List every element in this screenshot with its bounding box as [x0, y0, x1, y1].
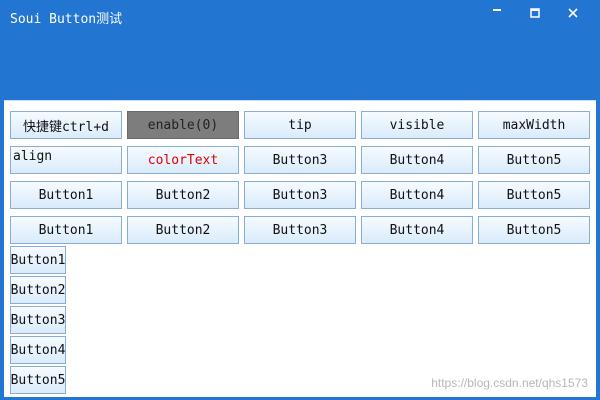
visible-button[interactable]: visible	[361, 111, 473, 139]
vertical-button1[interactable]: Button1	[10, 246, 66, 274]
button4-row1[interactable]: Button4	[361, 146, 473, 174]
button3-row1[interactable]: Button3	[244, 146, 356, 174]
button1-row3[interactable]: Button1	[10, 216, 122, 244]
button5-row3[interactable]: Button5	[478, 216, 590, 244]
vertical-button4[interactable]: Button4	[10, 336, 66, 364]
button5-row1[interactable]: Button5	[478, 146, 590, 174]
button4-row3[interactable]: Button4	[361, 216, 473, 244]
button4-row2[interactable]: Button4	[361, 181, 473, 209]
vertical-button5[interactable]: Button5	[10, 366, 66, 394]
minimize-icon	[493, 9, 501, 11]
close-icon	[568, 8, 578, 18]
app-window: Soui Button测试 快捷键ctrl+d enable(0) tip vi…	[0, 0, 600, 400]
maxwidth-button[interactable]: maxWidth	[478, 111, 590, 139]
watermark-url: https://blog.csdn.net/qhs1573	[431, 376, 588, 390]
button2-row2[interactable]: Button2	[127, 181, 239, 209]
tip-button[interactable]: tip	[244, 111, 356, 139]
button5-row2[interactable]: Button5	[478, 181, 590, 209]
button2-row3[interactable]: Button2	[127, 216, 239, 244]
title-bar: Soui Button测试	[0, 0, 600, 100]
close-button[interactable]	[558, 0, 588, 26]
button1-row2[interactable]: Button1	[10, 181, 122, 209]
vertical-button3[interactable]: Button3	[10, 306, 66, 334]
minimize-button[interactable]	[482, 0, 512, 26]
shortcut-button[interactable]: 快捷键ctrl+d	[10, 111, 122, 139]
maximize-icon	[530, 8, 540, 18]
vertical-button2[interactable]: Button2	[10, 276, 66, 304]
maximize-button[interactable]	[520, 0, 550, 26]
button3-row2[interactable]: Button3	[244, 181, 356, 209]
content-area: 快捷键ctrl+d enable(0) tip visible maxWidth…	[4, 100, 596, 397]
align-button[interactable]: align	[10, 146, 122, 174]
enable-button[interactable]: enable(0)	[127, 111, 239, 139]
button3-row3[interactable]: Button3	[244, 216, 356, 244]
window-title: Soui Button测试	[10, 12, 123, 27]
colortext-button[interactable]: colorText	[127, 146, 239, 174]
